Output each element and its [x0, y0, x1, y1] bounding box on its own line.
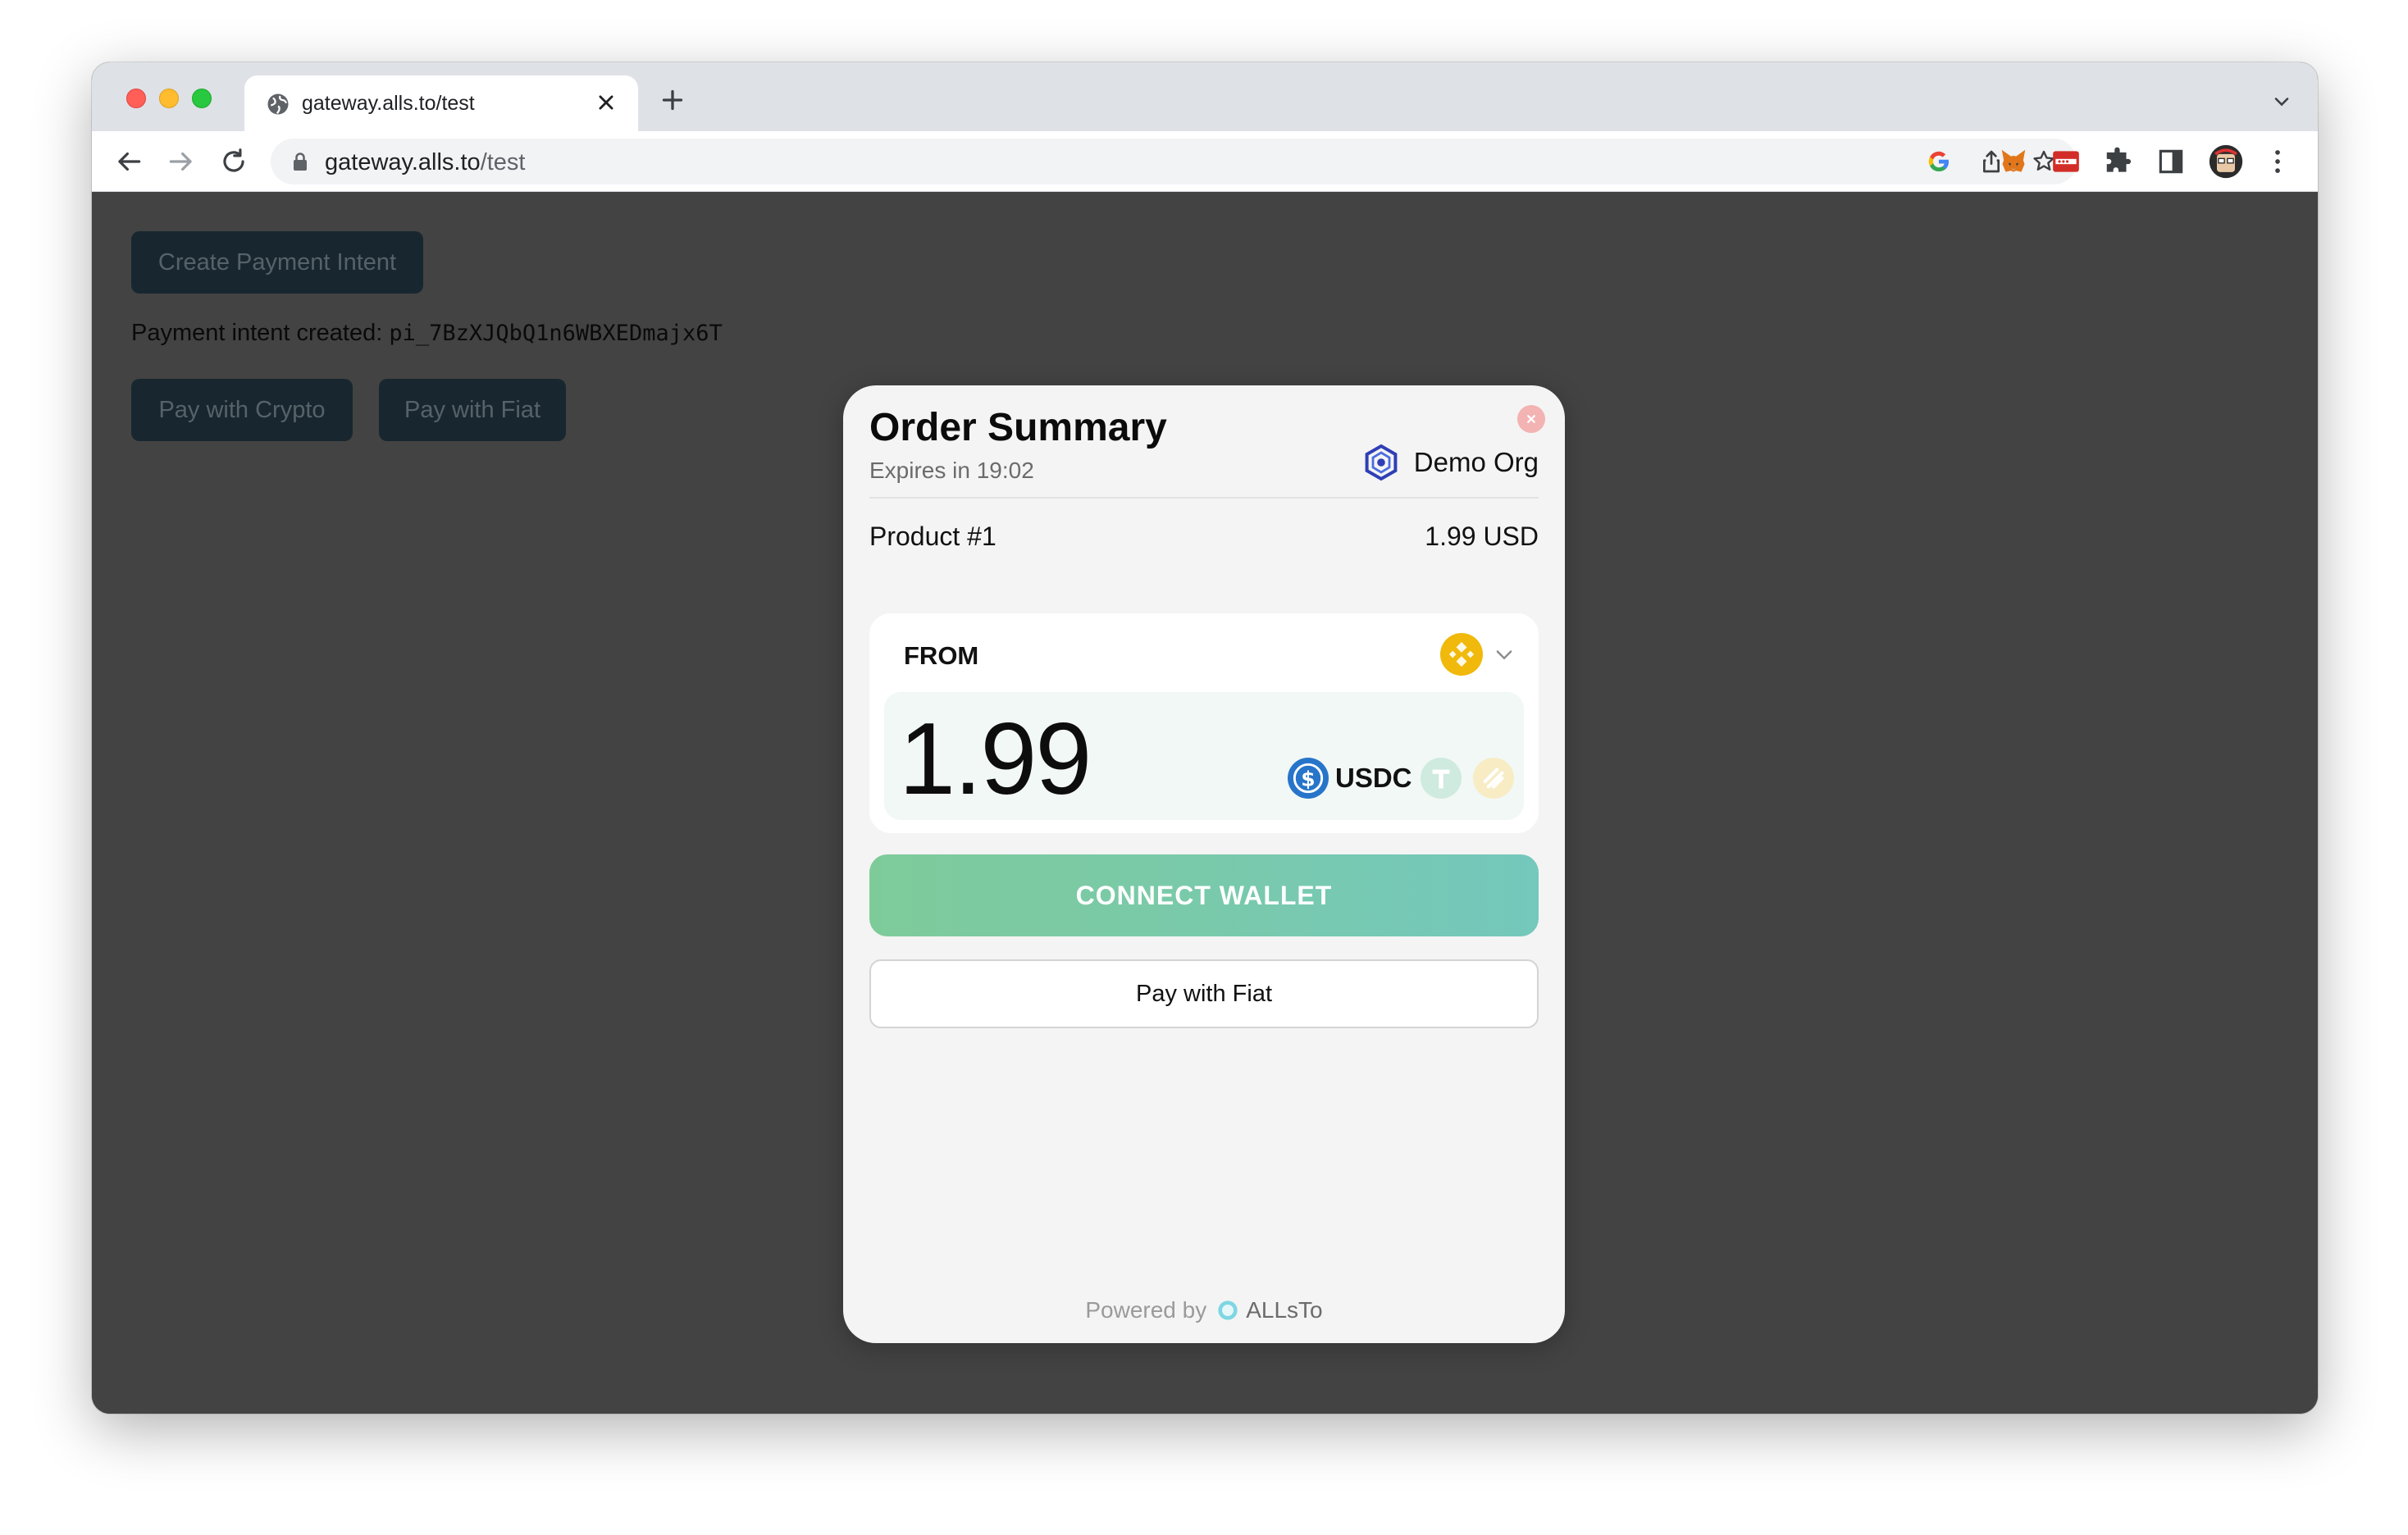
usdc-icon[interactable]: $ — [1288, 758, 1329, 799]
payment-intent-id: pi_7BzXJQbQ1n6WBXEDmajx6T — [389, 321, 723, 346]
allsto-brand[interactable]: ALLsTo — [1246, 1297, 1322, 1323]
close-icon — [1527, 415, 1535, 423]
pay-with-crypto-button[interactable]: Pay with Crypto — [131, 379, 353, 441]
from-label: FROM — [904, 641, 979, 670]
metamask-fox-icon[interactable] — [1998, 146, 2029, 177]
close-tab-icon[interactable] — [592, 89, 620, 116]
busd-icon[interactable] — [1473, 758, 1514, 799]
close-modal-button[interactable] — [1517, 405, 1545, 433]
password-manager-icon[interactable] — [2050, 146, 2082, 177]
create-payment-intent-button[interactable]: Create Payment Intent — [131, 231, 423, 294]
close-window-button[interactable] — [126, 89, 146, 108]
modal-pay-with-fiat-button[interactable]: Pay with Fiat — [869, 959, 1539, 1028]
product-price: 1.99 USD — [1425, 522, 1539, 551]
page-content: Create Payment Intent Payment intent cre… — [92, 192, 2318, 1414]
url-text[interactable]: gateway.alls.to/test — [325, 149, 526, 176]
extensions-puzzle-icon[interactable] — [2103, 146, 2134, 177]
payment-intent-status: Payment intent created: pi_7BzXJQbQ1n6WB… — [131, 320, 723, 346]
browser-window: gateway.alls.to/test gateway.alls.to/tes… — [92, 62, 2318, 1414]
usdt-icon[interactable] — [1421, 758, 1462, 799]
profile-avatar-icon[interactable] — [2208, 143, 2244, 180]
expiry-timer: Expires in 19:02 — [869, 458, 1034, 483]
lock-icon[interactable] — [292, 152, 308, 171]
org-hexagon-icon — [1365, 444, 1398, 481]
google-icon[interactable] — [1926, 148, 1952, 175]
bnb-chain-icon[interactable] — [1440, 633, 1483, 676]
amount-box: 1.99 $ USDC — [884, 692, 1524, 820]
tab-title: gateway.alls.to/test — [302, 92, 475, 115]
pay-with-fiat-button[interactable]: Pay with Fiat — [379, 379, 566, 441]
allsto-logo-icon — [1218, 1300, 1238, 1320]
browser-menu-icon[interactable] — [2262, 146, 2293, 177]
connect-wallet-button[interactable]: CONNECT WALLET — [869, 854, 1539, 936]
modal-title: Order Summary — [869, 406, 1167, 449]
tab-search-chevron-icon[interactable] — [2270, 90, 2293, 113]
browser-tab[interactable]: gateway.alls.to/test — [244, 75, 638, 131]
powered-by-footer: Powered by ALLsTo — [1085, 1297, 1323, 1323]
svg-text:$: $ — [1301, 767, 1315, 790]
token-symbol[interactable]: USDC — [1335, 763, 1412, 794]
address-bar[interactable]: gateway.alls.to/test — [271, 139, 2077, 184]
order-summary-modal: Order Summary Expires in 19:02 Demo Org … — [843, 385, 1565, 1343]
new-tab-icon[interactable] — [658, 85, 687, 115]
zoom-window-button[interactable] — [192, 89, 212, 108]
minimize-window-button[interactable] — [159, 89, 179, 108]
reload-icon[interactable] — [218, 146, 249, 177]
browser-toolbar: gateway.alls.to/test — [92, 131, 2318, 192]
globe-icon — [267, 93, 289, 115]
side-panel-icon[interactable] — [2155, 146, 2187, 177]
from-card: FROM 1.99 $ USDC — [869, 613, 1539, 833]
back-arrow-icon[interactable] — [113, 146, 144, 177]
forward-arrow-icon[interactable] — [166, 146, 197, 177]
tab-bar: gateway.alls.to/test — [92, 62, 2318, 131]
chevron-down-icon[interactable] — [1493, 643, 1516, 666]
product-name: Product #1 — [869, 522, 996, 551]
org-name: Demo Org — [1413, 447, 1539, 477]
amount-value[interactable]: 1.99 — [899, 708, 1092, 810]
header-divider — [869, 497, 1539, 499]
merchant-org: Demo Org — [1361, 443, 1539, 482]
